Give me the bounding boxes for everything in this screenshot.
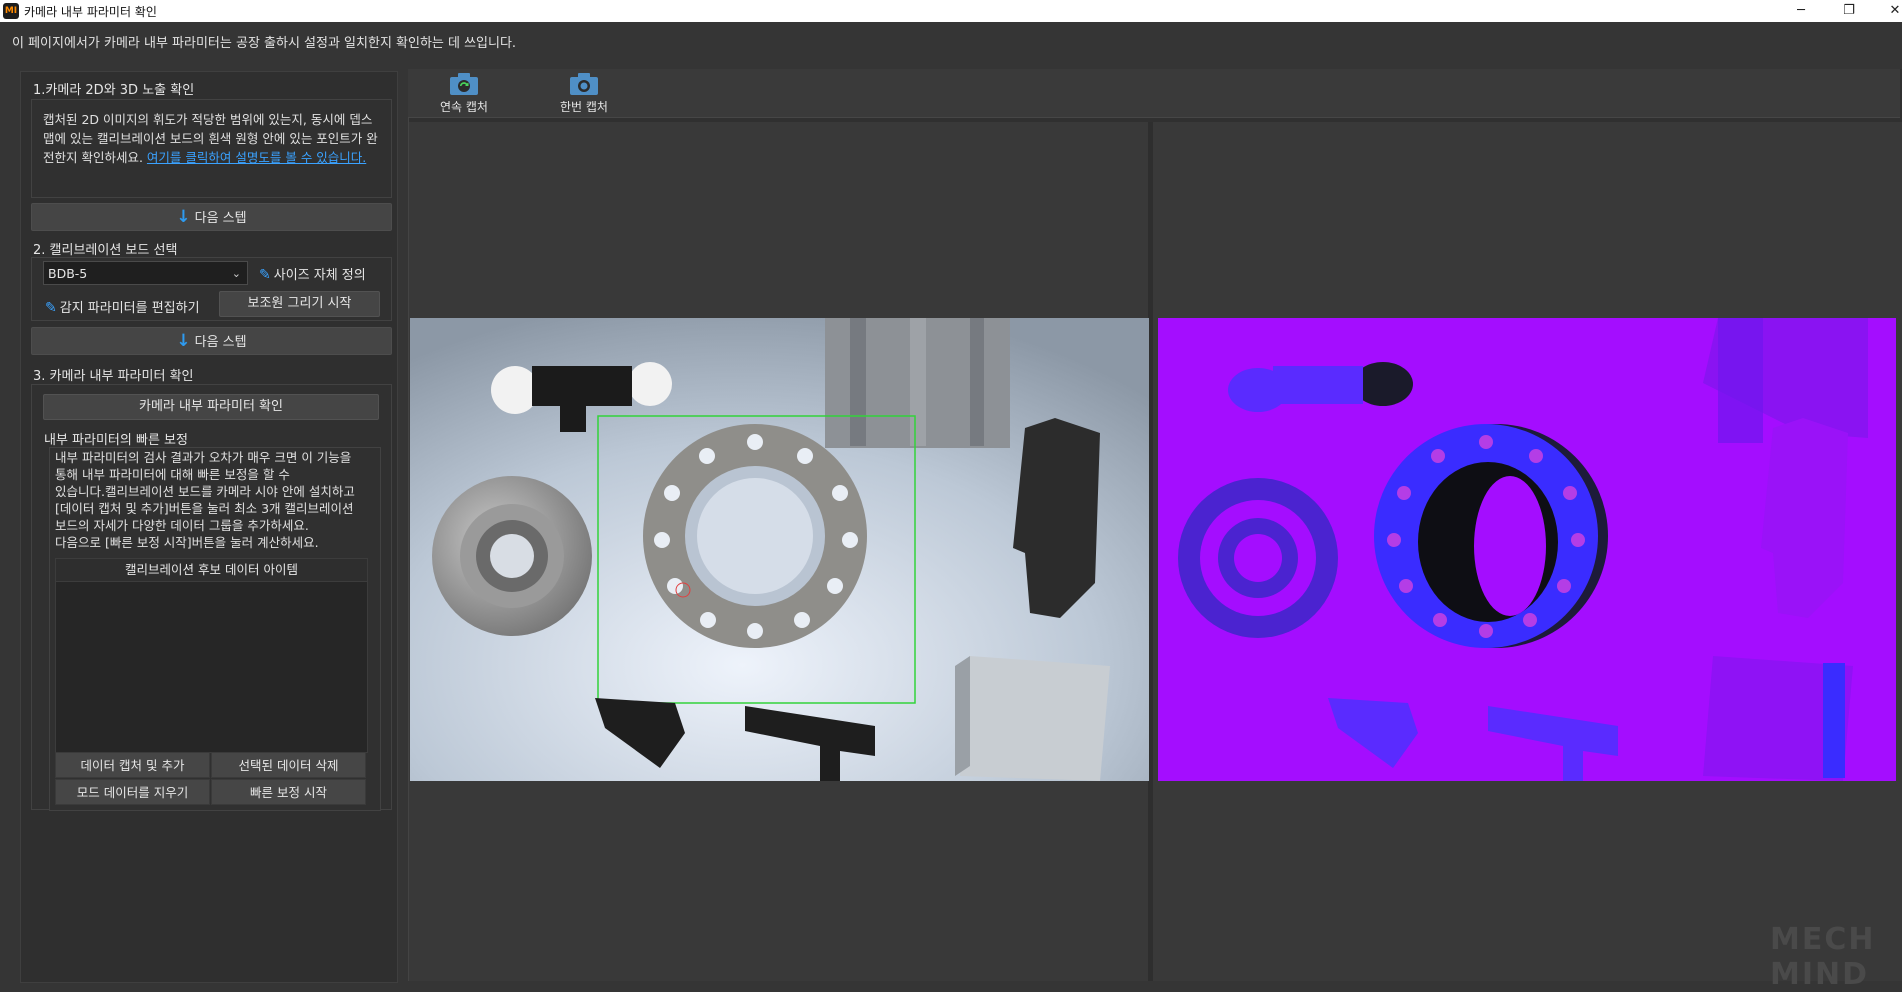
arrow-down-icon: ↓: [176, 207, 191, 227]
title-bar: MI 카메라 내부 파라미터 확인 ─ ❐ ✕: [0, 0, 1902, 22]
next-step-button-2[interactable]: ↓ 다음 스텝: [31, 327, 392, 355]
quick-calibration-text: 내부 파라미터의 검사 결과가 오차가 매우 크면 이 기능을 통해 내부 파라…: [55, 449, 375, 551]
page-description: 이 페이지에서가 카메라 내부 파라미터는 공장 출하시 설정과 일치한지 확인…: [12, 36, 517, 51]
depth-map-image: [1158, 318, 1896, 781]
clear-data-button[interactable]: 모드 데이터를 지우기: [55, 779, 210, 805]
quick-text-line: 통해 내부 파라미터에 대해 빠른 보정을 할 수: [55, 467, 290, 482]
custom-size-button[interactable]: ✎ 사이즈 자체 정의: [259, 264, 366, 283]
pencil-icon: ✎: [259, 267, 271, 283]
quick-calibration-start-button[interactable]: 빠른 보정 시작: [211, 779, 366, 805]
step1-title: 1.카메라 2D와 3D 노출 확인: [33, 83, 195, 98]
step1-info-text: 캡처된 2D 이미지의 휘도가 적당한 범위에 있는지, 동시에 뎁스 맵에 있…: [43, 110, 378, 167]
step3-title: 3. 카메라 내부 파라미터 확인: [33, 369, 194, 384]
quick-calibration-title: 내부 파라미터의 빠른 보정: [44, 433, 188, 448]
calibration-data-table[interactable]: 캘리브레이션 후보 데이터 아이템: [55, 558, 368, 753]
next-step-label: 다음 스텝: [194, 211, 247, 226]
check-intrinsics-button[interactable]: 카메라 내부 파라미터 확인: [43, 394, 379, 420]
next-step-label: 다음 스텝: [194, 335, 247, 350]
board-select[interactable]: BDB-5 ⌄: [43, 261, 248, 285]
single-capture-button[interactable]: 한번 캡처: [554, 72, 614, 115]
maximize-button[interactable]: ❐: [1826, 0, 1872, 22]
board-select-value: BDB-5: [48, 266, 88, 281]
quick-text-line: 다음으로 [빠른 보정 시작]버튼을 눌러 계산하세요.: [55, 535, 319, 550]
quick-text-line: [데이터 캡처 및 추가]버튼을 눌러 최소 3개 캘리브레이션: [55, 501, 354, 516]
pencil-icon: ✎: [45, 300, 57, 316]
step2-title: 2. 캘리브레이션 보드 선택: [33, 243, 178, 258]
next-step-button-1[interactable]: ↓ 다음 스텝: [31, 203, 392, 231]
continuous-capture-button[interactable]: 연속 캡처: [434, 72, 494, 115]
start-draw-button[interactable]: 보조원 그리기 시작: [219, 291, 380, 317]
table-header: 캘리브레이션 후보 데이터 아이템: [56, 559, 367, 582]
delete-selected-button[interactable]: 선택된 데이터 삭제: [211, 752, 366, 778]
watermark-logo: MECH MIND: [1770, 922, 1876, 992]
edit-params-label: 감지 파라미터를 편집하기: [59, 301, 200, 316]
chevron-down-icon: ⌄: [231, 267, 241, 280]
quick-text-line: 있습니다.캘리브레이션 보드를 카메라 시야 안에 설치하고: [55, 484, 355, 499]
arrow-down-icon: ↓: [176, 331, 191, 351]
single-capture-label: 한번 캡처: [560, 100, 608, 114]
capture-add-button[interactable]: 데이터 캡처 및 추가: [55, 752, 210, 778]
diagram-link[interactable]: 여기를 클릭하여 설명도를 볼 수 있습니다.: [147, 150, 366, 165]
image-2d: [410, 318, 1149, 781]
quick-text-line: 보드의 자세가 다양한 데이터 그룹을 추가하세요.: [55, 518, 309, 533]
capture-toolbar: [408, 69, 1900, 118]
custom-size-label: 사이즈 자체 정의: [273, 268, 366, 283]
quick-text-line: 내부 파라미터의 검사 결과가 오차가 매우 크면 이 기능을: [55, 450, 352, 465]
edit-params-button[interactable]: ✎ 감지 파라미터를 편집하기: [45, 297, 200, 316]
continuous-capture-label: 연속 캡처: [440, 100, 488, 114]
close-button[interactable]: ✕: [1872, 0, 1902, 22]
camera-icon: [450, 73, 478, 95]
app-icon: MI: [3, 3, 19, 19]
window-title: 카메라 내부 파라미터 확인: [24, 5, 157, 19]
camera-icon: [570, 73, 598, 95]
minimize-button[interactable]: ─: [1778, 0, 1824, 22]
